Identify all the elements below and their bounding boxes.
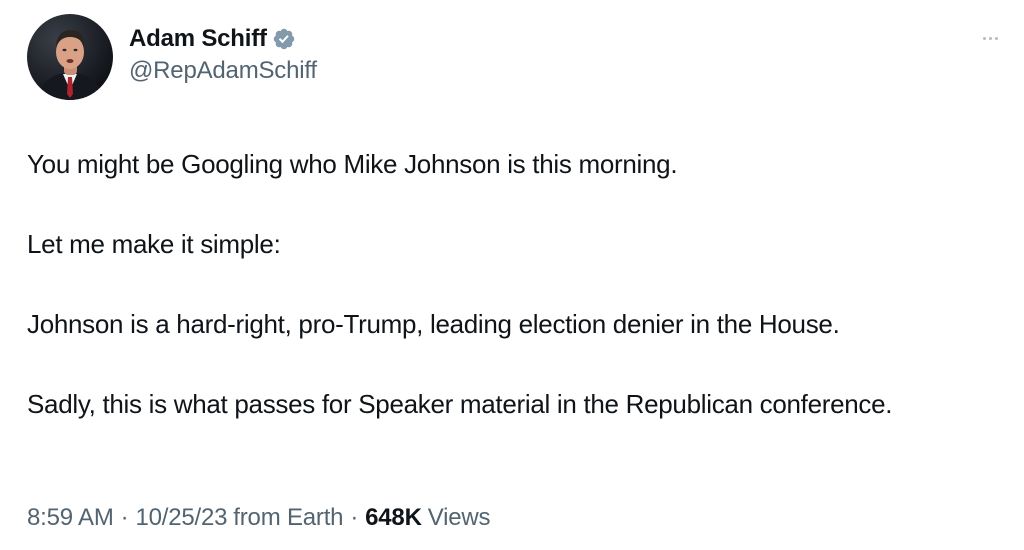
views-count[interactable]: 648K bbox=[365, 504, 422, 532]
verified-badge-icon[interactable] bbox=[272, 27, 296, 51]
tweet-header: Adam Schiff @RepAdamSchiff bbox=[27, 14, 317, 100]
views-label: Views bbox=[427, 504, 491, 531]
tweet-paragraph: You might be Googling who Mike Johnson i… bbox=[27, 149, 678, 179]
tweet-paragraph: Let me make it simple: bbox=[27, 229, 281, 259]
meta-separator: · bbox=[120, 504, 129, 531]
avatar-image bbox=[27, 14, 113, 100]
tweet-paragraph: Sadly, this is what passes for Speaker m… bbox=[27, 389, 893, 419]
tweet-source: from Earth bbox=[233, 504, 344, 531]
display-name-row: Adam Schiff bbox=[129, 23, 317, 55]
tweet-time[interactable]: 8:59 AM bbox=[27, 504, 114, 532]
meta-separator: · bbox=[350, 504, 359, 531]
avatar[interactable] bbox=[27, 14, 113, 100]
more-dot bbox=[994, 36, 998, 40]
tweet-paragraph: Johnson is a hard-right, pro-Trump, lead… bbox=[27, 309, 840, 339]
display-name[interactable]: Adam Schiff bbox=[129, 25, 267, 53]
more-dot bbox=[982, 36, 986, 40]
tweet-text: You might be Googling who Mike Johnson i… bbox=[27, 144, 987, 424]
more-dot bbox=[988, 36, 992, 40]
tweet-date[interactable]: 10/25/23 bbox=[135, 504, 227, 532]
tweet-card: Adam Schiff @RepAdamSchiff You might be … bbox=[0, 0, 1024, 550]
more-horizontal-icon[interactable] bbox=[978, 30, 1002, 46]
tweet-metadata: 8:59 AM · 10/25/23 from Earth · 648K Vie… bbox=[27, 504, 490, 532]
author-names: Adam Schiff @RepAdamSchiff bbox=[129, 23, 317, 85]
author-handle[interactable]: @RepAdamSchiff bbox=[129, 57, 317, 85]
